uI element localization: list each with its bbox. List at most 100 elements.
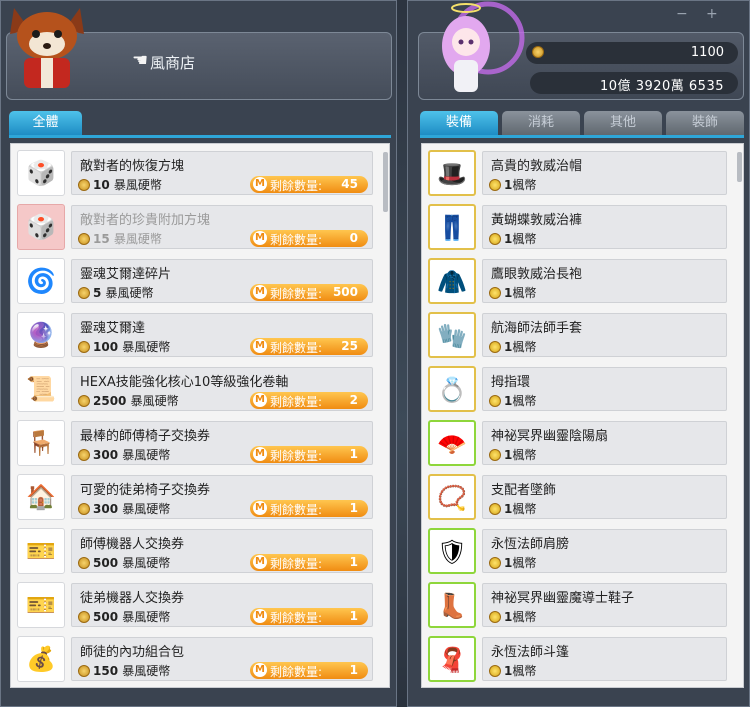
item-currency: 暴風硬幣 <box>113 232 162 246</box>
minimize-button[interactable]: − <box>676 6 688 22</box>
list-item[interactable]: 🎫 師傅機器人交換券 500 暴風硬幣 M 剩餘數量: 1 <box>11 522 383 576</box>
remaining-label: 剩餘數量: <box>270 287 323 301</box>
tab-etc[interactable]: 其他 <box>584 111 662 135</box>
list-item[interactable]: 🎲 敵對者的恢復方塊 10 暴風硬幣 M 剩餘數量: 45 <box>11 144 383 198</box>
character-avatar <box>442 1 525 92</box>
list-item[interactable]: 💍 拇指環 1楓幣 <box>422 360 737 414</box>
item-name: HEXA技能強化核心10等級強化卷軸 <box>80 375 289 390</box>
item-info: 敵對者的恢復方塊 10 暴風硬幣 M 剩餘數量: 45 <box>71 151 373 195</box>
item-name: 師傅機器人交換券 <box>80 537 185 552</box>
right-scrollbar[interactable] <box>737 152 742 182</box>
maple-m-icon: M <box>253 339 267 353</box>
item-info: 可愛的徒弟椅子交換券 300 暴風硬幣 M 剩餘數量: 1 <box>71 475 373 519</box>
item-price-value: 150 <box>93 664 119 678</box>
storm-coin-icon <box>78 341 90 353</box>
remaining-count: 1 <box>349 609 358 623</box>
list-item[interactable]: 📜 HEXA技能強化核心10等級強化卷軸 2500 暴風硬幣 M 剩餘數量: 2 <box>11 360 383 414</box>
item-name: 黃蝴蝶敦威治褲 <box>491 213 583 228</box>
storm-coin-icon <box>78 233 90 245</box>
list-item[interactable]: 💰 師徒的內功組合包 150 暴風硬幣 M 剩餘數量: 1 <box>11 630 383 684</box>
item-name: 永恆法師斗篷 <box>491 645 570 660</box>
ticket-icon: 🎫 <box>26 591 56 619</box>
list-item[interactable]: 🛡 永恆法師肩膀 1楓幣 <box>422 522 737 576</box>
item-currency: 暴風硬幣 <box>122 340 171 354</box>
maple-m-icon: M <box>253 285 267 299</box>
list-item[interactable]: 🪭 神祕冥界幽靈陰陽扇 1楓幣 <box>422 414 737 468</box>
storm-shop-item-list: 🎲 敵對者的恢復方塊 10 暴風硬幣 M 剩餘數量: 45 🎲 敵對者的珍貴附加方塊 15 暴風… <box>10 143 390 688</box>
item-currency: 暴風硬幣 <box>113 178 162 192</box>
tab-decoration[interactable]: 裝飾 <box>666 111 744 135</box>
item-info: 鷹眼敦威治長袍 1楓幣 <box>482 259 727 303</box>
item-price-value: 300 <box>93 502 119 516</box>
item-currency: 暴風硬幣 <box>122 502 171 516</box>
maple-coin-icon <box>489 665 501 677</box>
list-item[interactable]: 🧥 鷹眼敦威治長袍 1楓幣 <box>422 252 737 306</box>
list-item[interactable]: 👖 黃蝴蝶敦威治褲 1楓幣 <box>422 198 737 252</box>
item-currency: 楓幣 <box>512 556 537 570</box>
item-icon-frame: 💰 <box>17 636 65 682</box>
remaining-label: 剩餘數量: <box>270 503 323 517</box>
left-scrollbar[interactable] <box>383 152 388 212</box>
remaining-label: 剩餘數量: <box>270 557 323 571</box>
meso-balance-value: 10億 3920萬 6535 <box>600 79 724 94</box>
remaining-label: 剩餘數量: <box>270 341 323 355</box>
item-info: 航海師法師手套 1楓幣 <box>482 313 727 357</box>
list-item[interactable]: 📿 支配者墜飾 1楓幣 <box>422 468 737 522</box>
soul-erda-icon: 🔮 <box>26 321 56 349</box>
maple-coin-icon <box>489 233 501 245</box>
item-name: 拇指環 <box>491 375 531 390</box>
storm-coin-icon <box>532 46 544 58</box>
gloves-icon: 🧤 <box>437 322 467 350</box>
remaining-count: 45 <box>341 177 358 191</box>
item-icon-frame: 🎩 <box>428 150 476 196</box>
list-item[interactable]: 🧣 永恆法師斗篷 1楓幣 <box>422 630 737 684</box>
tab-consumable[interactable]: 消耗 <box>502 111 580 135</box>
item-price-value: 100 <box>93 340 119 354</box>
right-tab-underline <box>420 135 744 138</box>
left-tab-underline <box>9 135 391 138</box>
list-item[interactable]: 🧤 航海師法師手套 1楓幣 <box>422 306 737 360</box>
item-price: 1楓幣 <box>489 500 536 517</box>
remaining-count: 1 <box>349 663 358 677</box>
item-icon-frame: 🛡 <box>428 528 476 574</box>
remaining-badge: M 剩餘數量: 25 <box>250 338 368 355</box>
panel-divider <box>397 0 407 707</box>
remaining-count: 500 <box>332 285 358 299</box>
remaining-count: 2 <box>349 393 358 407</box>
robe-icon: 🧥 <box>437 268 467 296</box>
item-name: 靈魂艾爾達 <box>80 321 146 336</box>
list-item[interactable]: 🪑 最棒的師傅椅子交換券 300 暴風硬幣 M 剩餘數量: 1 <box>11 414 383 468</box>
maple-coin-icon <box>489 341 501 353</box>
maple-m-icon: M <box>253 609 267 623</box>
fan-icon: 🪭 <box>437 430 467 458</box>
list-item[interactable]: 👢 神祕冥界幽靈魔導士鞋子 1楓幣 <box>422 576 737 630</box>
item-info: 神祕冥界幽靈陰陽扇 1楓幣 <box>482 421 727 465</box>
remaining-badge: M 剩餘數量: 500 <box>250 284 368 301</box>
item-price: 150 暴風硬幣 <box>78 662 170 679</box>
item-info: 永恆法師斗篷 1楓幣 <box>482 637 727 681</box>
cape-icon: 🧣 <box>437 646 467 674</box>
item-icon-frame: 💍 <box>428 366 476 412</box>
item-currency: 楓幣 <box>512 232 537 246</box>
tab-all[interactable]: 全體 <box>9 111 82 135</box>
item-name: 徒弟機器人交換券 <box>80 591 185 606</box>
pants-icon: 👖 <box>437 214 467 242</box>
list-item[interactable]: 🔮 靈魂艾爾達 100 暴風硬幣 M 剩餘數量: 25 <box>11 306 383 360</box>
item-icon-frame: 🎲 <box>17 150 65 196</box>
list-item[interactable]: 🏠 可愛的徒弟椅子交換券 300 暴風硬幣 M 剩餘數量: 1 <box>11 468 383 522</box>
remaining-badge: M 剩餘數量: 1 <box>250 662 368 679</box>
meso-balance: 10億 3920萬 6535 <box>530 72 738 94</box>
list-item[interactable]: 🎫 徒弟機器人交換券 500 暴風硬幣 M 剩餘數量: 1 <box>11 576 383 630</box>
coin-balance-value: 1100 <box>690 45 724 60</box>
maple-coin-icon <box>489 611 501 623</box>
maximize-button[interactable]: + <box>706 6 718 22</box>
list-item[interactable]: 🎩 高貴的敦威治帽 1楓幣 <box>422 144 737 198</box>
remaining-badge: M 剩餘數量: 1 <box>250 608 368 625</box>
tab-equipment[interactable]: 裝備 <box>420 111 498 135</box>
pendant-icon: 📿 <box>437 484 467 512</box>
list-item[interactable]: 🌀 靈魂艾爾達碎片 5 暴風硬幣 M 剩餘數量: 500 <box>11 252 383 306</box>
item-icon-frame: 🧥 <box>428 258 476 304</box>
list-item[interactable]: 🎲 敵對者的珍貴附加方塊 15 暴風硬幣 M 剩餘數量: 0 <box>11 198 383 252</box>
item-icon-frame: 🪭 <box>428 420 476 466</box>
maple-m-icon: M <box>253 447 267 461</box>
